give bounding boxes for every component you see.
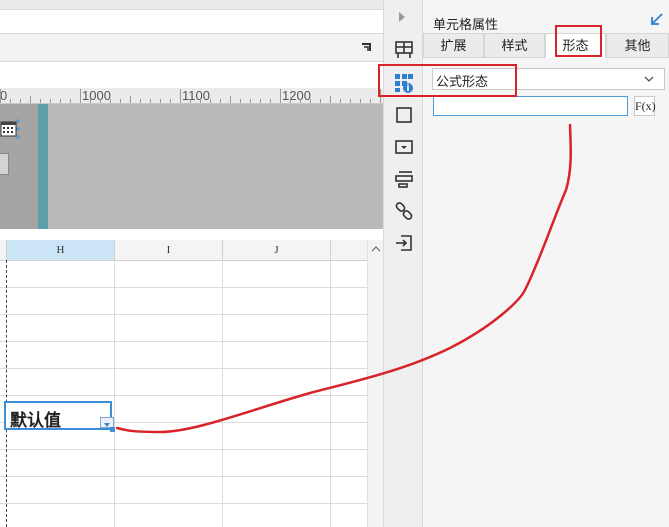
- ruler-tick: [180, 89, 181, 103]
- column-gridline: [330, 260, 331, 527]
- ruler-tick: [310, 99, 311, 103]
- ruler-tick: [320, 99, 321, 103]
- ruler-tick: [100, 99, 101, 103]
- ruler-tick: [330, 96, 331, 103]
- ruler-tick: [260, 99, 261, 103]
- row-gridline: [0, 395, 367, 396]
- formula-input[interactable]: [433, 96, 628, 116]
- ruler-tick: [40, 99, 41, 103]
- horizontal-ruler: 0 1000 1100 1200: [0, 88, 383, 104]
- import-icon[interactable]: [394, 233, 414, 253]
- spreadsheet[interactable]: H I J 默认值: [0, 240, 383, 527]
- row-gridline: [0, 503, 367, 504]
- column-header-j[interactable]: J: [223, 240, 331, 260]
- ruler-tick: [270, 99, 271, 103]
- button-widget[interactable]: [0, 153, 9, 175]
- column-header-h[interactable]: H: [7, 240, 115, 260]
- canvas-boundary-bar[interactable]: [38, 104, 48, 229]
- ruler-tick: [160, 99, 161, 103]
- page-break-line: [6, 260, 7, 527]
- triangle-up-icon[interactable]: [368, 242, 383, 256]
- ruler-tick: [360, 99, 361, 103]
- dropdown-icon[interactable]: [394, 137, 414, 157]
- ruler-tick: [280, 89, 281, 103]
- annotation-box-tab: [555, 25, 602, 57]
- column-header-row: H I J: [0, 240, 367, 261]
- layout-icon[interactable]: [394, 169, 414, 189]
- ruler-tick: [370, 99, 371, 103]
- ruler-tick: [30, 96, 31, 103]
- frame-icon[interactable]: [394, 105, 414, 125]
- ruler-tick: [20, 99, 21, 103]
- ruler-tick: [220, 99, 221, 103]
- formula-editor-button[interactable]: F(x): [634, 96, 656, 116]
- designer-toolbar: [0, 33, 383, 62]
- column-header-i[interactable]: I: [115, 240, 223, 260]
- ruler-tick: [140, 99, 141, 103]
- panel-title: 单元格属性: [433, 18, 499, 33]
- ruler-tick: [110, 99, 111, 103]
- ruler-tick: [130, 96, 131, 103]
- ruler-tick: [210, 99, 211, 103]
- date-widget-icon[interactable]: [0, 119, 20, 139]
- row-gridline: [0, 476, 367, 477]
- ruler-tick: [150, 99, 151, 103]
- column-gridline: [114, 260, 115, 527]
- ruler-tick: [120, 99, 121, 103]
- design-canvas[interactable]: [0, 104, 383, 229]
- column-header-next[interactable]: [331, 240, 367, 260]
- corner-expand-icon[interactable]: [361, 42, 371, 52]
- fill-handle[interactable]: [110, 427, 115, 432]
- collapse-arrow-icon[interactable]: [399, 12, 405, 22]
- ruler-tick: [170, 99, 171, 103]
- selected-cell[interactable]: 默认值: [4, 401, 114, 431]
- tab-expand[interactable]: 扩展: [423, 33, 484, 58]
- column-header-prev[interactable]: [0, 240, 7, 260]
- ruler-tick: [90, 99, 91, 103]
- row-gridline: [0, 287, 367, 288]
- ruler-tick: [190, 99, 191, 103]
- ruler-label: 1200: [282, 88, 311, 103]
- ruler-label: 1000: [82, 88, 111, 103]
- annotation-box-select: [378, 64, 517, 97]
- ruler-tick: [200, 99, 201, 103]
- ruler-tick: [290, 99, 291, 103]
- chevron-down-icon[interactable]: [643, 73, 655, 85]
- property-tabs: 扩展 样式 形态 其他: [423, 33, 669, 59]
- row-gridline: [0, 368, 367, 369]
- ruler-tick: [60, 99, 61, 103]
- link-icon[interactable]: [394, 201, 414, 221]
- ruler-tick: [250, 99, 251, 103]
- ruler-tick: [0, 89, 1, 103]
- tab-style[interactable]: 样式: [484, 33, 545, 58]
- ruler-label: 0: [0, 88, 8, 103]
- ruler-tick: [80, 89, 81, 103]
- row-gridline: [0, 314, 367, 315]
- ruler-label: 1100: [182, 88, 210, 103]
- cell-value: 默认值: [10, 411, 61, 431]
- ruler-tick: [340, 99, 341, 103]
- ruler-tick: [10, 99, 11, 103]
- row-gridline: [0, 449, 367, 450]
- ruler-tick: [70, 99, 71, 103]
- ruler-tick: [350, 99, 351, 103]
- row-gridline: [0, 341, 367, 342]
- ruler-tick: [50, 99, 51, 103]
- column-gridline: [222, 260, 223, 527]
- ruler-tick: [300, 99, 301, 103]
- dock-arrow-icon[interactable]: [649, 11, 665, 27]
- tab-other[interactable]: 其他: [606, 33, 669, 58]
- ruler-tick: [230, 96, 231, 103]
- fx-label: F(x): [635, 99, 656, 113]
- cell-attributes-icon[interactable]: [394, 40, 414, 60]
- top-strip: [0, 0, 383, 10]
- ruler-tick: [240, 99, 241, 103]
- vertical-scrollbar[interactable]: [367, 240, 383, 527]
